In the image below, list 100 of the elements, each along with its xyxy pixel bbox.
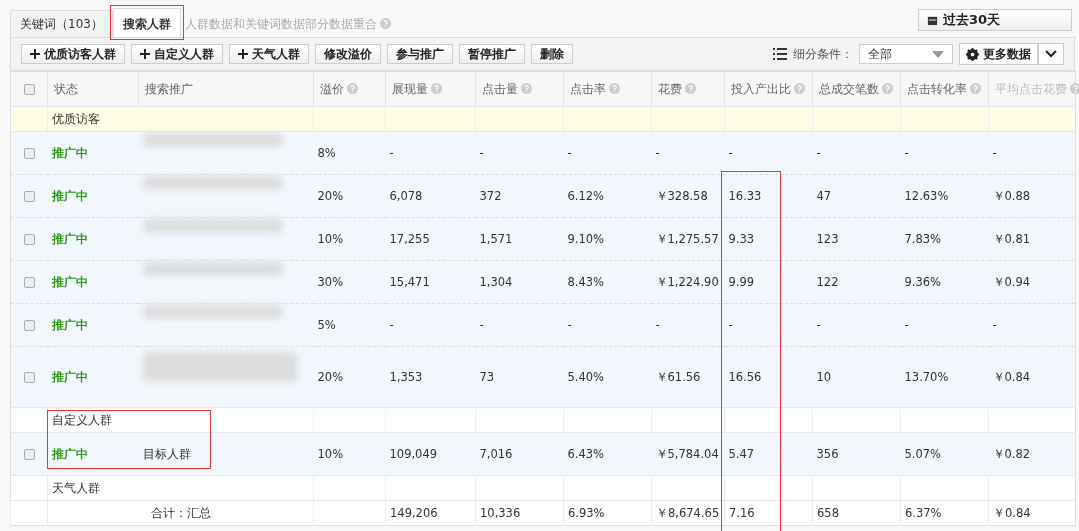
table-cell: ￥328.58 xyxy=(655,188,708,203)
table-cell: 16.33 xyxy=(728,189,762,203)
table-cell: ￥8,674.65 xyxy=(656,505,720,520)
table-cell: 7.83% xyxy=(904,232,942,246)
table-cell: - xyxy=(389,146,394,160)
table-cell: 6,078 xyxy=(389,189,423,203)
checkbox[interactable] xyxy=(23,191,35,202)
table-cell: 15,471 xyxy=(389,275,430,289)
column-header: 总成交笔数 xyxy=(819,81,879,96)
crowd-name: 目标人群 xyxy=(142,446,191,462)
group-label: 优质访客 xyxy=(52,111,100,126)
table-cell: - xyxy=(479,146,484,160)
table-cell: 6.43% xyxy=(567,447,605,461)
table-cell: 6.12% xyxy=(567,189,605,203)
table-cell: - xyxy=(655,318,660,332)
column-header: 点击量 xyxy=(482,81,518,96)
status-text: 推广中 xyxy=(51,145,88,160)
checkbox[interactable] xyxy=(23,372,35,383)
toolbar-button[interactable]: 暂停推广 xyxy=(459,44,525,64)
table-cell: ￥0.88 xyxy=(992,188,1031,203)
column-header: 展现量 xyxy=(392,81,428,96)
toolbar-button[interactable]: 删除 xyxy=(531,44,573,64)
table-cell: - xyxy=(567,146,572,160)
table-cell: 8% xyxy=(317,146,336,160)
dropdown-arrow-icon xyxy=(932,50,944,58)
table-cell: - xyxy=(816,146,821,160)
gear-icon xyxy=(966,47,979,61)
plus-icon xyxy=(238,49,248,59)
table-cell: - xyxy=(389,318,394,332)
toolbar-button[interactable]: 参与推广 xyxy=(387,44,453,64)
table-cell: 9.33 xyxy=(728,232,755,246)
column-header: 花费 xyxy=(658,81,682,96)
checkbox[interactable] xyxy=(23,234,35,245)
tab[interactable]: 关键词（103） xyxy=(10,10,113,37)
column-header: 溢价 xyxy=(320,81,344,96)
more-data-button[interactable]: 更多数据 xyxy=(959,43,1038,65)
table-cell: 122 xyxy=(816,275,839,289)
status-text: 推广中 xyxy=(51,231,88,246)
status-text: 推广中 xyxy=(51,317,88,332)
table-cell: 73 xyxy=(479,370,495,384)
plus-icon xyxy=(140,49,150,59)
table-cell: 20% xyxy=(317,370,344,384)
table-cell: 5.47 xyxy=(728,447,755,461)
table-cell: 17,255 xyxy=(389,232,430,246)
table-cell: 9.36% xyxy=(904,275,942,289)
table-cell: 6.93% xyxy=(568,506,605,520)
checkbox[interactable] xyxy=(23,277,35,288)
toolbar-button[interactable]: 修改溢价 xyxy=(315,44,381,64)
table-cell: 8.43% xyxy=(567,275,605,289)
table-cell: 5% xyxy=(317,318,336,332)
help-icon xyxy=(794,82,805,94)
table-cell: ￥1,224.90 xyxy=(655,274,719,289)
table-cell: 9.99 xyxy=(728,275,755,289)
help-icon xyxy=(685,82,696,94)
table-cell: - xyxy=(992,146,997,160)
group-label: 天气人群 xyxy=(52,480,100,495)
list-icon xyxy=(773,48,787,60)
plus-icon xyxy=(30,49,40,59)
table-cell: 149,206 xyxy=(390,506,438,520)
table-cell: 5.07% xyxy=(904,447,942,461)
checkbox[interactable] xyxy=(23,320,35,331)
date-range-button[interactable]: 过去30天 xyxy=(918,9,1072,31)
table-cell: 20% xyxy=(317,189,344,203)
calendar-icon xyxy=(927,14,938,26)
table-cell: - xyxy=(904,318,909,332)
table-cell: - xyxy=(479,318,484,332)
caret-button[interactable] xyxy=(1038,43,1064,65)
table-cell: 658 xyxy=(817,506,839,520)
table-cell: 10 xyxy=(816,370,832,384)
table-cell: - xyxy=(992,318,997,332)
table-cell: 12.63% xyxy=(904,189,949,203)
group-label: 自定义人群 xyxy=(52,412,112,427)
table-cell: 9.10% xyxy=(567,232,605,246)
table-cell: - xyxy=(655,146,660,160)
toolbar-button[interactable]: 自定义人群 xyxy=(131,44,223,64)
checkbox[interactable] xyxy=(23,148,35,159)
column-header: 状态 xyxy=(54,81,78,96)
column-header: 投入产出比 xyxy=(731,81,791,96)
tab[interactable]: 搜索人群 xyxy=(112,8,181,37)
table-cell: - xyxy=(728,146,733,160)
toolbar-button[interactable]: 优质访客人群 xyxy=(21,44,125,64)
help-icon xyxy=(609,82,620,94)
table-cell: 5.40% xyxy=(567,370,605,384)
table-cell: - xyxy=(816,318,821,332)
checkbox[interactable] xyxy=(23,84,35,95)
help-icon xyxy=(347,82,358,94)
column-header: 点击率 xyxy=(570,81,606,96)
table-cell: ￥0.94 xyxy=(992,274,1031,289)
checkbox[interactable] xyxy=(23,449,35,460)
status-text: 推广中 xyxy=(51,274,88,289)
help-icon xyxy=(521,82,532,94)
table-cell: 7,016 xyxy=(479,447,513,461)
table-cell: ￥0.81 xyxy=(992,231,1031,246)
toolbar-button[interactable]: 天气人群 xyxy=(229,44,309,64)
table-cell: 7.16 xyxy=(729,506,755,520)
table-cell: - xyxy=(728,318,733,332)
filter-dropdown[interactable]: 全部 xyxy=(859,44,953,64)
table-cell: 356 xyxy=(816,447,839,461)
help-icon xyxy=(882,82,893,94)
help-icon xyxy=(431,82,442,94)
